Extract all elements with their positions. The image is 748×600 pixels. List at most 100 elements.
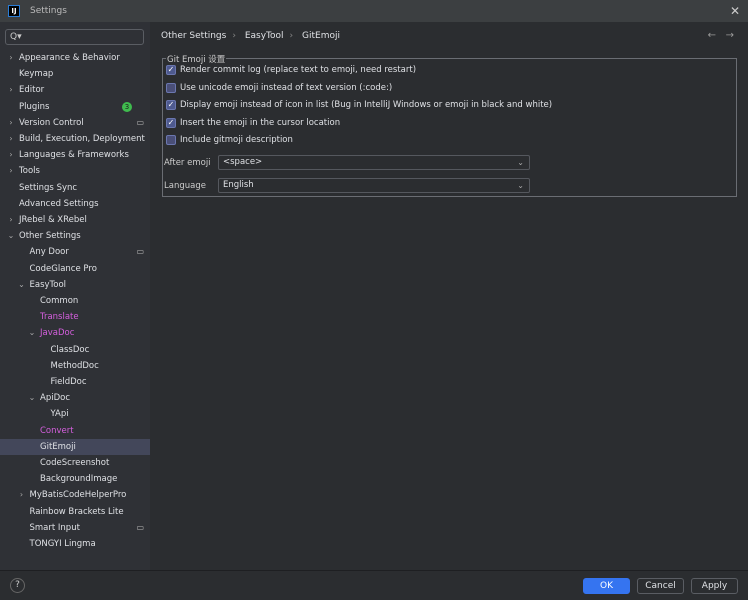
sidebar-item[interactable]: › Version Control ▭ — [0, 115, 150, 131]
after-emoji-label: After emoji — [164, 157, 211, 168]
chevron-right-icon[interactable]: › — [7, 131, 15, 147]
breadcrumb-item: GitEmoji — [302, 31, 340, 41]
chevron-right-icon[interactable]: › — [7, 50, 15, 66]
sidebar-item[interactable]: › Appearance & Behavior — [0, 50, 150, 66]
chevron-down-icon: ⌄ — [517, 158, 524, 167]
back-arrow-icon[interactable]: ← — [708, 30, 716, 41]
checkbox-label: Insert the emoji in the cursor location — [180, 117, 341, 128]
checkbox-unchecked-icon[interactable] — [166, 82, 176, 93]
sidebar-item-label: Common — [40, 296, 79, 306]
checkbox-option[interactable]: ✓ Insert the emoji in the cursor location — [166, 116, 340, 130]
sidebar-item-label: Translate — [40, 312, 79, 323]
sidebar-item-label: YApi — [50, 409, 69, 420]
after-emoji-select[interactable]: <space> ⌄ — [218, 155, 530, 170]
checkbox-checked-icon[interactable]: ✓ — [166, 100, 176, 110]
sidebar-item[interactable]: › Tools — [0, 163, 150, 179]
sidebar-item[interactable]: Advanced Settings — [0, 196, 150, 212]
sidebar-item[interactable]: › Languages & Frameworks — [0, 147, 150, 163]
sidebar-item-label: Build, Execution, Deployment — [19, 134, 145, 144]
sidebar-item-label: Other Settings — [19, 231, 81, 242]
apply-button[interactable]: Apply — [691, 578, 738, 594]
sidebar-item-label: ClassDoc — [50, 344, 90, 355]
chevron-down-icon[interactable]: ⌄ — [28, 390, 36, 406]
sidebar-item[interactable]: BackgroundImage — [0, 471, 150, 487]
sidebar-item[interactable]: Plugins 3 — [0, 99, 150, 115]
checkbox-checked-icon[interactable]: ✓ — [166, 65, 176, 75]
sidebar-item-label: Convert — [40, 425, 74, 436]
dialog-footer: ? OK Cancel Apply — [0, 570, 748, 600]
checkbox-checked-icon[interactable]: ✓ — [166, 117, 176, 128]
chevron-right-icon[interactable]: › — [7, 147, 15, 163]
sidebar-item-label: Advanced Settings — [19, 198, 99, 209]
sidebar-item-label: Plugins — [19, 101, 50, 112]
sidebar-item-label: EasyTool — [29, 279, 67, 290]
breadcrumb: Other Settings › EasyTool › GitEmoji — [161, 31, 340, 41]
sidebar-item[interactable]: Convert — [0, 423, 150, 439]
sidebar-item-label: CodeScreenshot — [40, 458, 110, 468]
sidebar-item[interactable]: Rainbow Brackets Lite — [0, 504, 150, 520]
navigation: ← → — [708, 30, 734, 41]
sidebar-item[interactable]: › Editor — [0, 82, 150, 98]
chevron-right-icon[interactable]: › — [7, 115, 15, 131]
checkbox-option[interactable]: ✓ Render commit log (replace text to emoj… — [166, 63, 416, 77]
sidebar-item[interactable]: GitEmoji — [0, 438, 150, 455]
title-bar: IJ Settings ✕ — [0, 0, 748, 22]
sidebar-item[interactable]: YApi — [0, 406, 150, 422]
sidebar-item[interactable]: Any Door ▭ — [0, 244, 150, 260]
window-title: Settings — [30, 6, 67, 16]
sidebar-item[interactable]: ⌄ EasyTool — [0, 277, 150, 293]
sidebar-item[interactable]: CodeScreenshot — [0, 455, 150, 471]
sidebar-item-label: FieldDoc — [50, 377, 87, 387]
settings-panel: Other Settings › EasyTool › GitEmoji ← → G… — [150, 22, 748, 570]
breadcrumb-item[interactable]: EasyTool — [245, 31, 284, 41]
checkbox-option[interactable]: ✓ Display emoji instead of icon in list (… — [166, 98, 552, 112]
sidebar-item-label: MethodDoc — [50, 360, 99, 371]
sidebar-item-label: TONGYI Lingma — [29, 539, 96, 549]
sidebar-item-label: Rainbow Brackets Lite — [29, 506, 124, 517]
sidebar-item-label: Editor — [19, 85, 45, 96]
chevron-down-icon[interactable]: ⌄ — [28, 325, 36, 341]
chevron-down-icon: ⌄ — [517, 181, 524, 190]
git-emoji-group: Git Emoji 设置 ✓ Render commit log (replace… — [162, 53, 737, 197]
ok-button[interactable]: OK — [583, 578, 630, 594]
sidebar-item[interactable]: ⌄ ApiDoc — [0, 390, 150, 406]
sidebar-item[interactable]: ⌄ JavaDoc — [0, 325, 150, 341]
cancel-button[interactable]: Cancel — [637, 578, 684, 594]
sidebar-item-label: BackgroundImage — [40, 474, 118, 485]
sidebar-item[interactable]: Keymap — [0, 66, 150, 82]
close-icon[interactable]: ✕ — [730, 4, 740, 18]
sidebar-item[interactable]: Settings Sync — [0, 180, 150, 196]
checkbox-option[interactable]: Use unicode emoji instead of text versio… — [166, 81, 392, 95]
sidebar-item[interactable]: Common — [0, 293, 150, 309]
sidebar-item-label: Keymap — [19, 69, 54, 80]
sidebar-item[interactable]: › MyBatisCodeHelperPro — [0, 487, 150, 503]
settings-sidebar: Q▾ › Appearance & Behavior Keymap › Editor Pl… — [0, 22, 150, 570]
sidebar-item[interactable]: CodeGlance Pro — [0, 261, 150, 277]
forward-arrow-icon[interactable]: → — [726, 30, 734, 41]
sidebar-item[interactable]: ClassDoc — [0, 342, 150, 358]
language-row: Language English ⌄ — [164, 178, 530, 193]
language-select[interactable]: English ⌄ — [218, 178, 530, 193]
help-button[interactable]: ? — [10, 578, 25, 593]
sidebar-item[interactable]: FieldDoc — [0, 374, 150, 390]
chevron-down-icon[interactable]: ⌄ — [18, 277, 26, 293]
chevron-right-icon[interactable]: › — [18, 487, 26, 503]
sidebar-item-label: JavaDoc — [40, 328, 75, 339]
chevron-right-icon[interactable]: › — [7, 212, 15, 228]
sidebar-item[interactable]: › JRebel & XRebel — [0, 212, 150, 228]
breadcrumb-item[interactable]: Other Settings — [161, 31, 226, 41]
chevron-down-icon[interactable]: ⌄ — [7, 228, 15, 244]
chevron-right-icon[interactable]: › — [7, 163, 15, 179]
sidebar-item[interactable]: › Build, Execution, Deployment — [0, 131, 150, 147]
checkbox-unchecked-icon[interactable] — [166, 135, 176, 145]
sidebar-item[interactable]: MethodDoc — [0, 358, 150, 374]
checkbox-option[interactable]: Include gitmoji description — [166, 133, 293, 147]
sidebar-item-label: Appearance & Behavior — [19, 53, 120, 63]
update-badge: 3 — [122, 101, 132, 112]
sidebar-item[interactable]: ⌄ Other Settings — [0, 228, 150, 244]
sidebar-item[interactable]: Smart Input ▭ — [0, 520, 150, 536]
sidebar-item[interactable]: Translate — [0, 309, 150, 325]
chevron-right-icon[interactable]: › — [7, 82, 15, 98]
search-input[interactable]: Q▾ — [5, 29, 144, 45]
sidebar-item[interactable]: TONGYI Lingma — [0, 536, 150, 552]
